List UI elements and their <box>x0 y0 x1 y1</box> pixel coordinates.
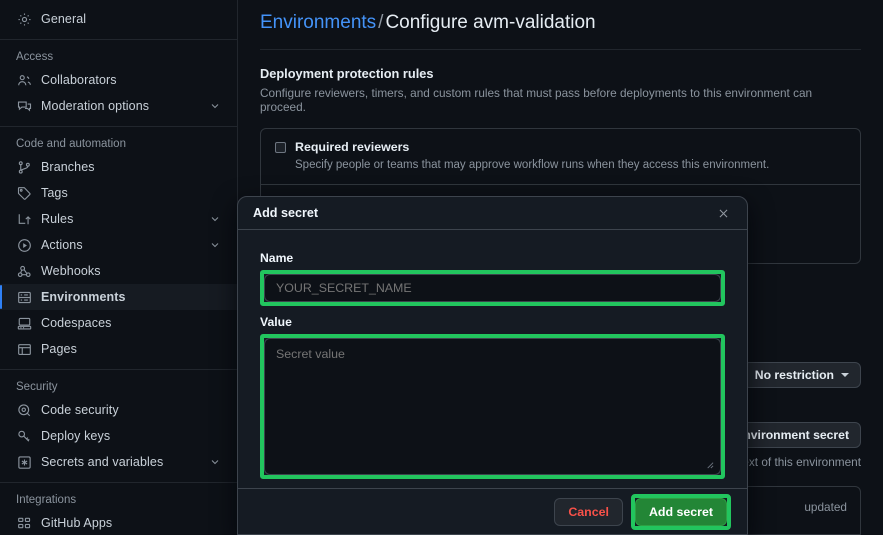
sidebar-item-label: Secrets and variables <box>41 455 164 469</box>
sidebar-item-code-security[interactable]: Code security <box>0 397 237 423</box>
restriction-select-row: No restriction <box>742 362 861 388</box>
name-field-label: Name <box>260 251 294 265</box>
gear-icon <box>16 11 32 27</box>
sidebar-item-actions[interactable]: Actions <box>0 232 237 258</box>
codescan-icon <box>16 402 32 418</box>
submit-button-highlight: Add secret <box>630 493 731 530</box>
sidebar-item-label: General <box>41 12 87 26</box>
value-field-highlight <box>260 334 725 479</box>
name-field-highlight <box>260 270 725 306</box>
sidebar-item-label: Code security <box>41 403 119 417</box>
sidebar-item-secrets-and-variables[interactable]: Secrets and variables <box>0 449 237 475</box>
value-field-label: Value <box>260 315 292 329</box>
settings-sidebar: General Access Collaborators Moderation … <box>0 0 238 535</box>
rules-icon <box>16 211 32 227</box>
sidebar-item-label: Tags <box>41 186 68 200</box>
sidebar-group-integrations: Integrations <box>16 494 77 506</box>
server-icon <box>16 289 32 305</box>
play-icon <box>16 237 32 253</box>
sidebar-item-github-apps[interactable]: GitHub Apps <box>0 510 237 535</box>
sidebar-item-label: GitHub Apps <box>41 516 113 530</box>
codespaces-icon <box>16 315 32 331</box>
sidebar-item-label: Collaborators <box>41 73 117 87</box>
no-restriction-select[interactable]: No restriction <box>742 362 861 388</box>
cancel-button[interactable]: Cancel <box>554 497 623 526</box>
breadcrumb-link-environments[interactable]: Environments <box>260 12 376 33</box>
apps-icon <box>16 515 32 531</box>
section-title: Deployment protection rules <box>260 66 434 81</box>
updated-text: updated <box>804 500 847 514</box>
sidebar-item-label: Branches <box>41 160 95 174</box>
dialog-body: Name Value <box>238 230 747 479</box>
add-secret-submit-button[interactable]: Add secret <box>634 497 727 526</box>
chevron-down-icon[interactable] <box>209 239 221 251</box>
sidebar-item-tags[interactable]: Tags <box>0 180 237 206</box>
dialog-title: Add secret <box>253 206 319 220</box>
sidebar-item-label: Pages <box>41 342 77 356</box>
sidebar-group-access: Access <box>16 51 54 63</box>
sidebar-item-label: Codespaces <box>41 316 112 330</box>
add-secret-dialog: Add secret Name Value <box>237 196 748 535</box>
sidebar-item-rules[interactable]: Rules <box>0 206 237 232</box>
sidebar-item-codespaces[interactable]: Codespaces <box>0 310 237 336</box>
asterisk-key-icon <box>16 454 32 470</box>
sidebar-item-label: Environments <box>41 290 126 304</box>
comment-icon <box>16 98 32 114</box>
sidebar-item-pages[interactable]: Pages <box>0 336 237 362</box>
chevron-down-icon <box>841 373 849 377</box>
environment-note-text: text of this environment <box>739 455 861 469</box>
secret-name-input[interactable] <box>264 274 721 302</box>
required-reviewers-checkbox[interactable] <box>275 141 286 153</box>
app-root: General Access Collaborators Moderation … <box>0 0 883 535</box>
header-divider <box>260 49 861 50</box>
section-description: Configure reviewers, timers, and custom … <box>260 86 813 114</box>
close-icon[interactable] <box>714 204 732 222</box>
sidebar-item-label: Deploy keys <box>41 429 111 443</box>
people-icon <box>16 72 32 88</box>
rule-row-required-reviewers: Required reviewers Specify people or tea… <box>261 129 860 184</box>
sidebar-group-code-and-automation: Code and automation <box>16 138 126 150</box>
sidebar-divider <box>0 39 237 40</box>
sidebar-divider <box>0 369 237 370</box>
dialog-footer: Cancel Add secret <box>238 488 747 534</box>
rule-title: Required reviewers <box>295 140 410 154</box>
browser-icon <box>16 341 32 357</box>
sidebar-item-environments[interactable]: Environments <box>0 284 237 310</box>
dialog-header: Add secret <box>238 197 747 230</box>
sidebar-item-label: Webhooks <box>41 264 101 278</box>
sidebar-item-collaborators[interactable]: Collaborators <box>0 67 237 93</box>
sidebar-group-security: Security <box>16 381 58 393</box>
sidebar-item-label: Moderation options <box>41 99 150 113</box>
breadcrumb: Environments / Configure avm-validation <box>260 0 861 35</box>
breadcrumb-current: Configure avm-validation <box>385 12 596 33</box>
sidebar-divider <box>0 126 237 127</box>
sidebar-item-general[interactable]: General <box>0 6 237 32</box>
chevron-down-icon[interactable] <box>209 213 221 225</box>
chevron-down-icon[interactable] <box>209 456 221 468</box>
sidebar-divider <box>0 482 237 483</box>
no-restriction-label: No restriction <box>754 368 834 382</box>
branch-icon <box>16 159 32 175</box>
sidebar-item-label: Actions <box>41 238 83 252</box>
chevron-down-icon[interactable] <box>209 100 221 112</box>
webhook-icon <box>16 263 32 279</box>
sidebar-item-moderation-options[interactable]: Moderation options <box>0 93 237 119</box>
sidebar-item-deploy-keys[interactable]: Deploy keys <box>0 423 237 449</box>
secret-value-textarea[interactable] <box>264 338 721 475</box>
rule-description: Specify people or teams that may approve… <box>295 159 770 171</box>
sidebar-item-webhooks[interactable]: Webhooks <box>0 258 237 284</box>
sidebar-item-label: Rules <box>41 212 74 226</box>
sidebar-item-branches[interactable]: Branches <box>0 154 237 180</box>
key-icon <box>16 428 32 444</box>
tag-icon <box>16 185 32 201</box>
